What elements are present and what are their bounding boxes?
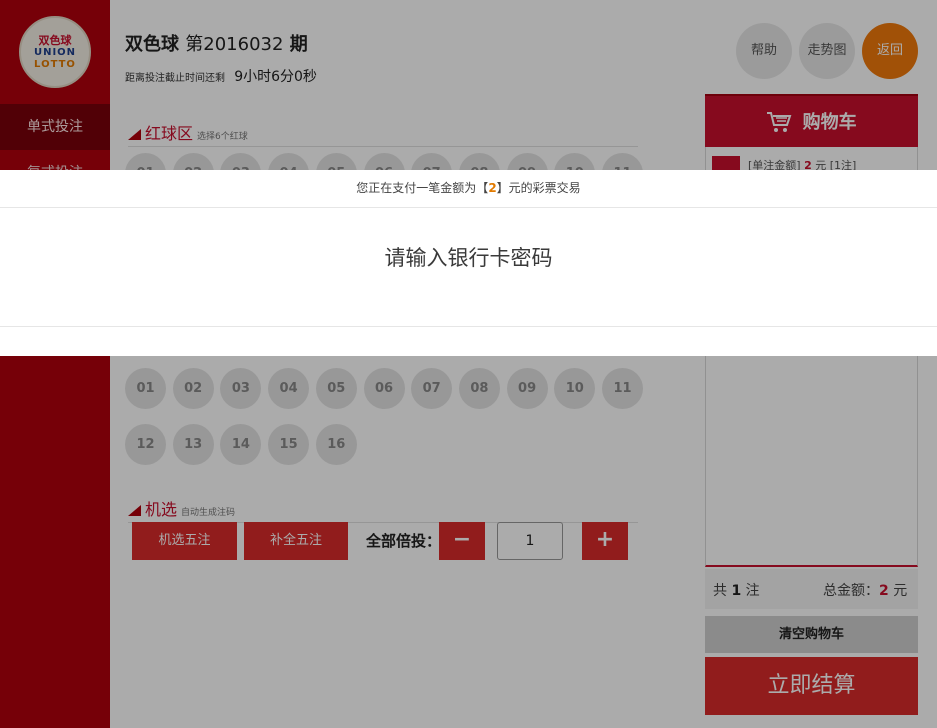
dialog-header-suffix: 】元的彩票交易: [496, 181, 581, 195]
dialog-amount: 2: [488, 181, 497, 195]
modal-overlay[interactable]: [0, 0, 937, 728]
divider: [0, 326, 937, 327]
dialog-header: 您正在支付一笔金额为【2】元的彩票交易: [0, 170, 937, 208]
password-prompt: 请输入银行卡密码: [384, 246, 553, 270]
payment-dialog: 您正在支付一笔金额为【2】元的彩票交易 请输入银行卡密码: [0, 170, 937, 356]
dialog-header-prefix: 您正在支付一笔金额为【: [356, 181, 489, 195]
